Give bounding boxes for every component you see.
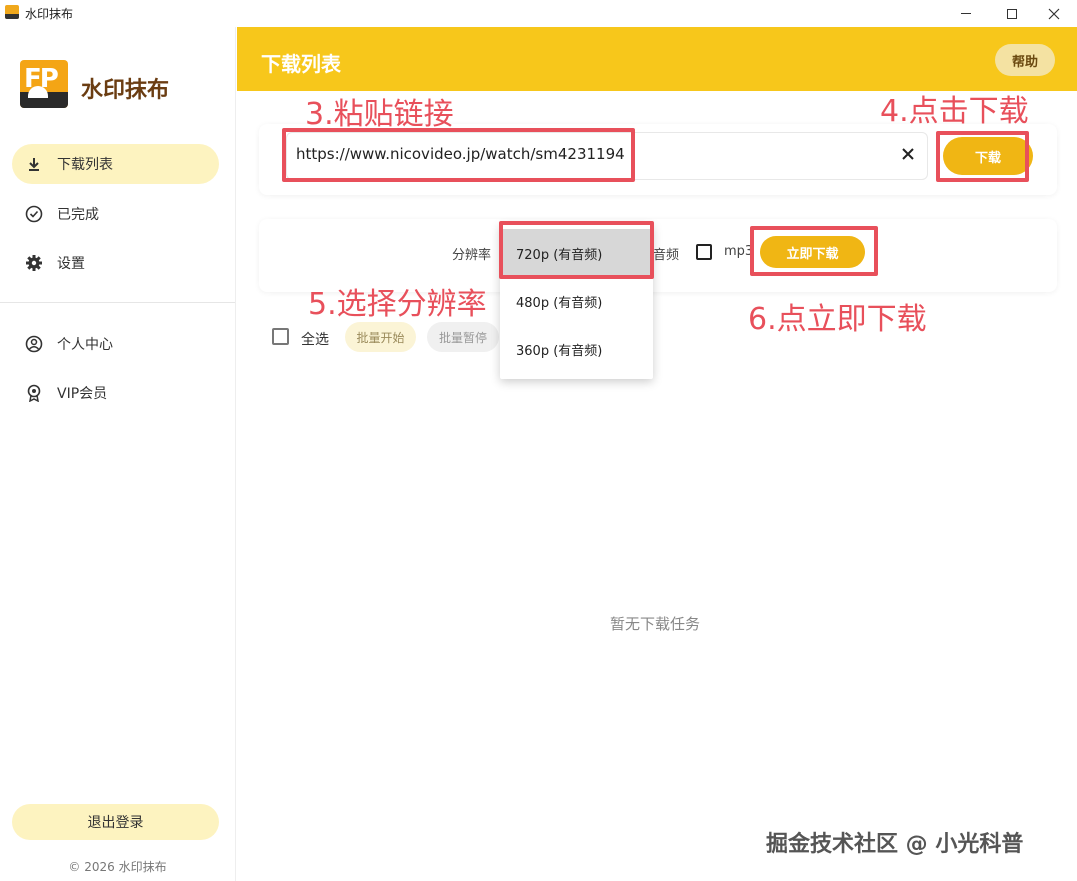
gear-icon (24, 253, 44, 273)
maximize-button[interactable] (989, 0, 1035, 27)
page-header: 下载列表 帮助 (237, 27, 1077, 91)
annotation-step-4: 4.点击下载 (880, 94, 1029, 129)
empty-state-text: 暂无下载任务 (610, 615, 701, 633)
mp3-checkbox[interactable] (696, 244, 712, 260)
select-all-label: 全选 (301, 332, 329, 348)
close-button[interactable] (1031, 0, 1077, 27)
watermark: 掘金技术社区 @ 小光科普 (766, 832, 1024, 857)
brand-logo-icon: FP (20, 60, 68, 108)
sidebar-item-download-list[interactable]: 下载列表 (12, 144, 219, 184)
audio-label: 音频 (653, 248, 680, 263)
maximize-icon (1007, 8, 1017, 19)
badge-icon (24, 383, 44, 403)
sidebar-item-label: 设置 (57, 256, 85, 272)
window-title: 水印抹布 (25, 7, 74, 21)
clear-icon[interactable] (897, 143, 919, 165)
title-bar: 水印抹布 (0, 0, 1077, 27)
annotation-box-resolution (499, 221, 654, 279)
mp3-label: mp3 (724, 244, 754, 259)
minimize-button[interactable] (943, 0, 989, 27)
annotation-box-url (282, 128, 635, 182)
sidebar-divider (0, 302, 235, 303)
sidebar-item-settings[interactable]: 设置 (12, 243, 219, 283)
sidebar-item-completed[interactable]: 已完成 (12, 194, 219, 234)
sidebar-item-label: 已完成 (57, 207, 99, 223)
resolution-option-360p[interactable]: 360p (有音频) (500, 325, 653, 373)
sidebar: FP 水印抹布 下载列表 已完成 设置 个人中心 VIP会员 退出登录 © 20… (0, 27, 236, 881)
annotation-box-download-now (750, 226, 878, 276)
download-icon (24, 154, 44, 174)
brand-name: 水印抹布 (81, 78, 170, 103)
app-logo-icon (5, 5, 19, 19)
sidebar-item-vip[interactable]: VIP会员 (12, 373, 219, 413)
page-title: 下载列表 (261, 52, 341, 76)
logout-button[interactable]: 退出登录 (12, 804, 219, 840)
select-all-checkbox[interactable] (272, 328, 289, 345)
sidebar-item-label: 个人中心 (57, 337, 113, 353)
sidebar-item-label: VIP会员 (57, 386, 108, 402)
copyright: © 2026 水印抹布 (68, 860, 167, 874)
batch-start-button[interactable]: 批量开始 (345, 322, 416, 352)
resolution-option-480p[interactable]: 480p (有音频) (500, 277, 653, 325)
resolution-label: 分辨率 (452, 248, 492, 263)
batch-pause-button[interactable]: 批量暂停 (427, 322, 499, 352)
annotation-step-5: 5.选择分辨率 (308, 287, 487, 322)
minimize-icon (961, 13, 971, 14)
sidebar-item-label: 下载列表 (57, 157, 113, 173)
check-circle-icon (24, 204, 44, 224)
help-button[interactable]: 帮助 (995, 44, 1055, 76)
annotation-step-6: 6.点立即下载 (748, 302, 927, 337)
close-icon (1048, 8, 1060, 19)
annotation-step-3: 3.粘贴链接 (305, 97, 454, 132)
user-circle-icon (24, 334, 44, 354)
sidebar-item-profile[interactable]: 个人中心 (12, 324, 219, 364)
annotation-box-download (936, 131, 1029, 182)
